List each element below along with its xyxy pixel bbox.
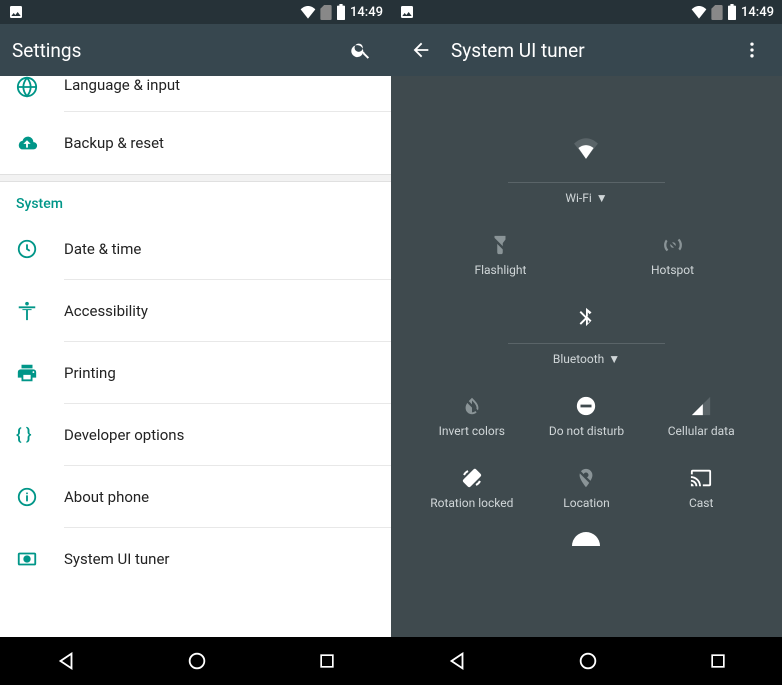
nav-back[interactable] [446,650,468,672]
tile-label: Cellular data [668,424,735,438]
overflow-menu-button[interactable] [734,32,770,68]
divider [508,182,664,183]
setting-label: Date & time [64,218,391,280]
invert-colors-icon [461,394,483,418]
settings-list[interactable]: Language & input Backup & reset System D… [0,76,391,637]
globe-icon [16,76,64,98]
accessibility-icon [16,300,64,322]
setting-developer-options[interactable]: { } Developer options [0,404,391,466]
info-icon [16,486,64,508]
settings-screen: 14:49 Settings Language & input Backup &… [0,0,391,685]
nav-recent[interactable] [708,651,728,671]
tile-label: Rotation locked [430,496,513,510]
nav-back[interactable] [55,650,77,672]
arrow-back-icon [410,39,432,61]
code-braces-icon: { } [16,425,64,445]
wifi-icon [691,5,707,19]
tile-invert-colors[interactable]: Invert colors [422,384,522,448]
setting-printing[interactable]: Printing [0,342,391,404]
tile-hotspot[interactable]: Hotspot [623,223,723,287]
cast-icon [689,466,713,490]
setting-about-phone[interactable]: About phone [0,466,391,528]
image-icon [8,4,24,20]
app-bar: Settings [0,24,391,76]
more-vert-icon [742,40,762,60]
do-not-disturb-icon [575,394,597,418]
back-button[interactable] [403,32,439,68]
dropdown-icon: ▼ [608,352,620,366]
signal-icon [690,394,712,418]
tuner-icon [16,548,64,570]
tile-label: Hotspot [651,263,694,277]
sim-icon [320,5,332,20]
bluetooth-icon [575,305,597,329]
search-icon [350,39,372,61]
dropdown-icon: ▼ [596,191,608,205]
tile-bluetooth[interactable] [536,295,636,331]
tile-label: Location [563,496,609,510]
tile-flashlight[interactable]: Flashlight [450,223,550,287]
tile-label: Invert colors [439,424,505,438]
setting-system-ui-tuner[interactable]: System UI tuner [0,528,391,590]
tile-label: Do not disturb [549,424,624,438]
image-icon [399,4,415,20]
setting-backup-reset[interactable]: Backup & reset [0,112,391,174]
setting-label: About phone [64,466,391,528]
setting-label: Accessibility [64,280,391,342]
page-title: Settings [12,39,343,62]
battery-icon [336,4,346,20]
wifi-icon [300,5,316,19]
flashlight-icon [489,233,511,257]
status-time: 14:49 [741,5,774,20]
tile-label: Flashlight [474,263,526,277]
tile-label: Cast [689,496,713,510]
battery-icon [727,4,737,20]
clock-icon [16,238,64,260]
print-icon [16,362,64,384]
page-title: System UI tuner [451,39,734,62]
setting-date-time[interactable]: Date & time [0,218,391,280]
navigation-bar [391,637,782,685]
tuner-grid: Wi-Fi ▼ Flashlight Hotspot [391,76,782,637]
setting-label: Printing [64,342,391,404]
hotspot-icon [662,233,684,257]
tile-do-not-disturb[interactable]: Do not disturb [536,384,636,448]
tuner-screen: 14:49 System UI tuner Wi-Fi ▼ [391,0,782,685]
location-icon [575,466,597,490]
tile-wifi[interactable] [536,126,636,170]
setting-accessibility[interactable]: Accessibility [0,280,391,342]
app-bar: System UI tuner [391,24,782,76]
rotation-lock-icon [460,466,484,490]
section-divider [0,174,391,182]
setting-label: Language & input [64,76,391,112]
nav-home[interactable] [577,650,599,672]
setting-label: Developer options [64,404,391,466]
nav-home[interactable] [186,650,208,672]
status-time: 14:49 [350,5,383,20]
wifi-icon [573,136,599,160]
partial-tile-icon [572,532,600,546]
section-header-system: System [0,182,391,218]
divider [508,343,664,344]
tile-cast[interactable]: Cast [651,456,751,520]
tile-cellular-data[interactable]: Cellular data [651,384,751,448]
tile-rotation-locked[interactable]: Rotation locked [422,456,522,520]
search-button[interactable] [343,32,379,68]
setting-language-input[interactable]: Language & input [0,76,391,112]
setting-label: Backup & reset [64,112,391,174]
tile-bluetooth-label[interactable]: Bluetooth ▼ [553,352,620,366]
navigation-bar [0,637,391,685]
nav-recent[interactable] [317,651,337,671]
status-bar: 14:49 [0,0,391,24]
sim-icon [711,5,723,20]
tile-location[interactable]: Location [536,456,636,520]
cloud-upload-icon [16,132,64,154]
setting-label: System UI tuner [64,528,391,590]
status-bar: 14:49 [391,0,782,24]
tile-wifi-label[interactable]: Wi-Fi ▼ [565,191,607,205]
